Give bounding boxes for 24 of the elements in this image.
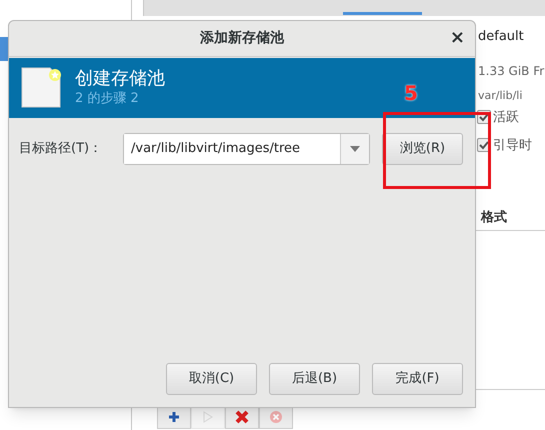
option-label: 活跃 [493,109,519,127]
header-title: 创建存储池 [75,68,165,90]
size-info: 1.33 GiB Fr [478,63,544,80]
dialog-button[interactable]: 取消(C) [166,363,257,395]
column-header: 格式 [481,209,507,227]
play-icon [203,411,213,423]
path-combo-box[interactable]: /var/lib/libvirt/images/tree [123,133,370,165]
browse-button[interactable]: 浏览(R) [382,133,463,165]
field-label: 目标路径(T)： [19,140,104,158]
check-icon [478,139,490,151]
delete-icon [235,410,249,424]
document-icon [19,66,63,110]
dialog-button[interactable]: 后退(B) [269,363,360,395]
plus-icon [168,411,180,423]
step-indicator: 2 的步骤 2 [75,90,140,108]
step-number: 5 [404,80,418,107]
location-text: var/lib/li [478,88,522,104]
close-button[interactable]: × [450,29,465,47]
option-label: 引导时 [493,137,532,155]
dropdown-arrow-icon [350,146,360,152]
pool-name: default [478,28,524,46]
dialog-button[interactable]: 完成(F) [372,363,463,395]
stop-icon [269,410,283,424]
window-title: 添加新存储池 [200,28,284,48]
